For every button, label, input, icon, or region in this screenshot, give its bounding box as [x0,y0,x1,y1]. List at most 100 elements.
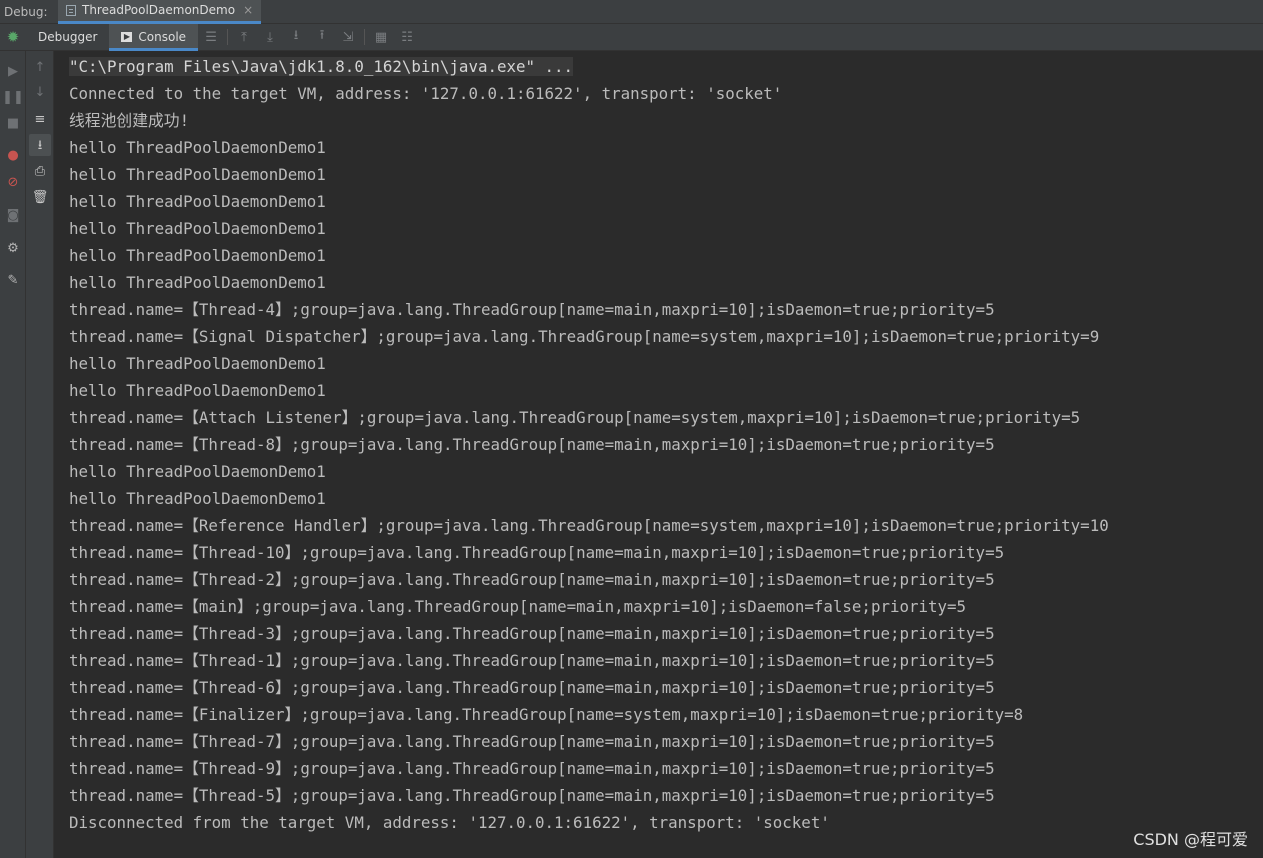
console-output[interactable]: "C:\Program Files\Java\jdk1.8.0_162\bin\… [54,51,1263,858]
console-line: thread.name=【Thread-8】;group=java.lang.T… [69,431,1109,458]
view-breakpoints-icon[interactable]: ● [2,144,24,166]
console-line: hello ThreadPoolDaemonDemo1 [69,485,1109,512]
run-to-cursor-icon[interactable]: ⇲ [335,24,361,51]
console-line-text: thread.name=【Thread-6】;group=java.lang.T… [69,678,995,697]
console-line: thread.name=【main】;group=java.lang.Threa… [69,593,1109,620]
tab-console-label: Console [138,30,187,44]
console-line: thread.name=【Thread-2】;group=java.lang.T… [69,566,1109,593]
console-line: thread.name=【Signal Dispatcher】;group=ja… [69,323,1109,350]
console-icon: ▶ [121,32,133,42]
console-line: Connected to the target VM, address: '12… [69,80,1109,107]
debug-toolbar: ✹ Debugger ▶ Console ☰ ⤒ ⤓ ⭳ ⭱ ⇲ ▦ ☷ [0,23,1263,51]
debug-label: Debug: [4,4,48,19]
show-execution-point-icon[interactable]: ⤒ [231,24,257,51]
evaluate-expression-icon[interactable]: ▦ [368,24,394,51]
console-line-text: hello ThreadPoolDaemonDemo1 [69,462,326,481]
tab-console[interactable]: ▶ Console [109,23,199,51]
console-line-text: thread.name=【Thread-4】;group=java.lang.T… [69,300,995,319]
tab-debugger[interactable]: Debugger [26,24,109,51]
console-line: "C:\Program Files\Java\jdk1.8.0_162\bin\… [69,53,1109,80]
session-tab-label: ThreadPoolDaemonDemo [82,3,236,17]
console-line-text: thread.name=【Finalizer】;group=java.lang.… [69,705,1024,724]
settings-icon[interactable]: ⚙ [2,237,24,259]
console-line-text: "C:\Program Files\Java\jdk1.8.0_162\bin\… [69,57,574,76]
console-line: thread.name=【Thread-10】;group=java.lang.… [69,539,1109,566]
console-line-text: thread.name=【main】;group=java.lang.Threa… [69,597,967,616]
step-out-icon[interactable]: ⭱ [309,24,335,51]
console-line: thread.name=【Thread-1】;group=java.lang.T… [69,647,1109,674]
console-line: 线程池创建成功! [69,107,1109,134]
resume-icon[interactable]: ▶ [2,60,24,82]
console-lines: "C:\Program Files\Java\jdk1.8.0_162\bin\… [69,53,1109,836]
console-line: thread.name=【Thread-9】;group=java.lang.T… [69,755,1109,782]
console-line-text: Connected to the target VM, address: '12… [69,84,783,103]
print-icon[interactable]: ⎙ [29,160,51,182]
console-line-text: thread.name=【Thread-7】;group=java.lang.T… [69,732,995,751]
console-line-text: hello ThreadPoolDaemonDemo1 [69,219,326,238]
console-line: hello ThreadPoolDaemonDemo1 [69,269,1109,296]
console-line-text: Disconnected from the target VM, address… [69,813,830,832]
debug-actions-strip: ▶ ❚❚ ■ ● ⊘ ◙ ⚙ ✎ [0,51,26,858]
camera-icon[interactable]: ◙ [2,204,24,226]
toolbar-separator [364,29,366,45]
run-config-icon [66,4,76,16]
console-line: hello ThreadPoolDaemonDemo1 [69,458,1109,485]
layout-icon[interactable]: ☰ [198,24,224,51]
clear-all-icon[interactable]: 🗑 [29,186,51,208]
pin-icon[interactable]: ✎ [2,269,24,291]
console-line: thread.name=【Thread-4】;group=java.lang.T… [69,296,1109,323]
console-line-text: hello ThreadPoolDaemonDemo1 [69,381,326,400]
tab-debugger-label: Debugger [38,30,98,44]
close-tab-icon[interactable]: × [243,3,253,17]
console-line-text: thread.name=【Thread-5】;group=java.lang.T… [69,786,995,805]
console-line-text: thread.name=【Thread-2】;group=java.lang.T… [69,570,995,589]
console-line-text: thread.name=【Thread-1】;group=java.lang.T… [69,651,995,670]
console-line-text: thread.name=【Thread-8】;group=java.lang.T… [69,435,995,454]
console-line: hello ThreadPoolDaemonDemo1 [69,242,1109,269]
console-line-text: thread.name=【Signal Dispatcher】;group=ja… [69,327,1100,346]
console-line: thread.name=【Finalizer】;group=java.lang.… [69,701,1109,728]
console-line-text: hello ThreadPoolDaemonDemo1 [69,246,326,265]
console-line: hello ThreadPoolDaemonDemo1 [69,215,1109,242]
toolbar-separator [227,29,229,45]
console-line-text: hello ThreadPoolDaemonDemo1 [69,192,326,211]
console-line: hello ThreadPoolDaemonDemo1 [69,161,1109,188]
console-line: hello ThreadPoolDaemonDemo1 [69,350,1109,377]
mute-breakpoints-icon[interactable]: ⊘ [2,171,24,193]
console-line: thread.name=【Reference Handler】;group=ja… [69,512,1109,539]
console-line: hello ThreadPoolDaemonDemo1 [69,377,1109,404]
debug-tool-window-header: Debug: ThreadPoolDaemonDemo × [0,0,1263,24]
console-line-text: 线程池创建成功! [69,111,190,130]
console-line: hello ThreadPoolDaemonDemo1 [69,134,1109,161]
step-into-icon[interactable]: ⭳ [283,24,309,51]
console-line-text: hello ThreadPoolDaemonDemo1 [69,165,326,184]
console-line-text: hello ThreadPoolDaemonDemo1 [69,354,326,373]
scroll-up-icon[interactable]: ↑ [29,56,51,78]
soft-wrap-icon[interactable]: ≡ [29,108,51,130]
trace-icon[interactable]: ☷ [394,24,420,51]
console-line: thread.name=【Thread-7】;group=java.lang.T… [69,728,1109,755]
console-line: thread.name=【Thread-6】;group=java.lang.T… [69,674,1109,701]
console-line-text: thread.name=【Attach Listener】;group=java… [69,408,1081,427]
console-line: thread.name=【Thread-3】;group=java.lang.T… [69,620,1109,647]
console-line: Disconnected from the target VM, address… [69,809,1109,836]
console-line-text: thread.name=【Thread-9】;group=java.lang.T… [69,759,995,778]
debug-bug-slot: ✹ [0,27,26,46]
console-line-text: thread.name=【Reference Handler】;group=ja… [69,516,1109,535]
scroll-to-end-icon[interactable]: ⭳ [29,134,51,156]
console-actions-strip: ↑ ↓ ≡ ⭳ ⎙ 🗑 [26,51,54,858]
stop-icon[interactable]: ■ [2,112,24,134]
session-tab[interactable]: ThreadPoolDaemonDemo × [58,0,262,24]
watermark: CSDN @程可爱 [1133,830,1248,849]
console-line: thread.name=【Thread-5】;group=java.lang.T… [69,782,1109,809]
console-line-text: hello ThreadPoolDaemonDemo1 [69,138,326,157]
console-line: thread.name=【Attach Listener】;group=java… [69,404,1109,431]
pause-icon[interactable]: ❚❚ [2,86,24,108]
bug-icon: ✹ [6,27,20,46]
console-line-text: thread.name=【Thread-10】;group=java.lang.… [69,543,1005,562]
step-over-icon[interactable]: ⤓ [257,24,283,51]
scroll-down-icon[interactable]: ↓ [29,81,51,103]
console-line-text: hello ThreadPoolDaemonDemo1 [69,489,326,508]
console-line: hello ThreadPoolDaemonDemo1 [69,188,1109,215]
console-line-text: hello ThreadPoolDaemonDemo1 [69,273,326,292]
